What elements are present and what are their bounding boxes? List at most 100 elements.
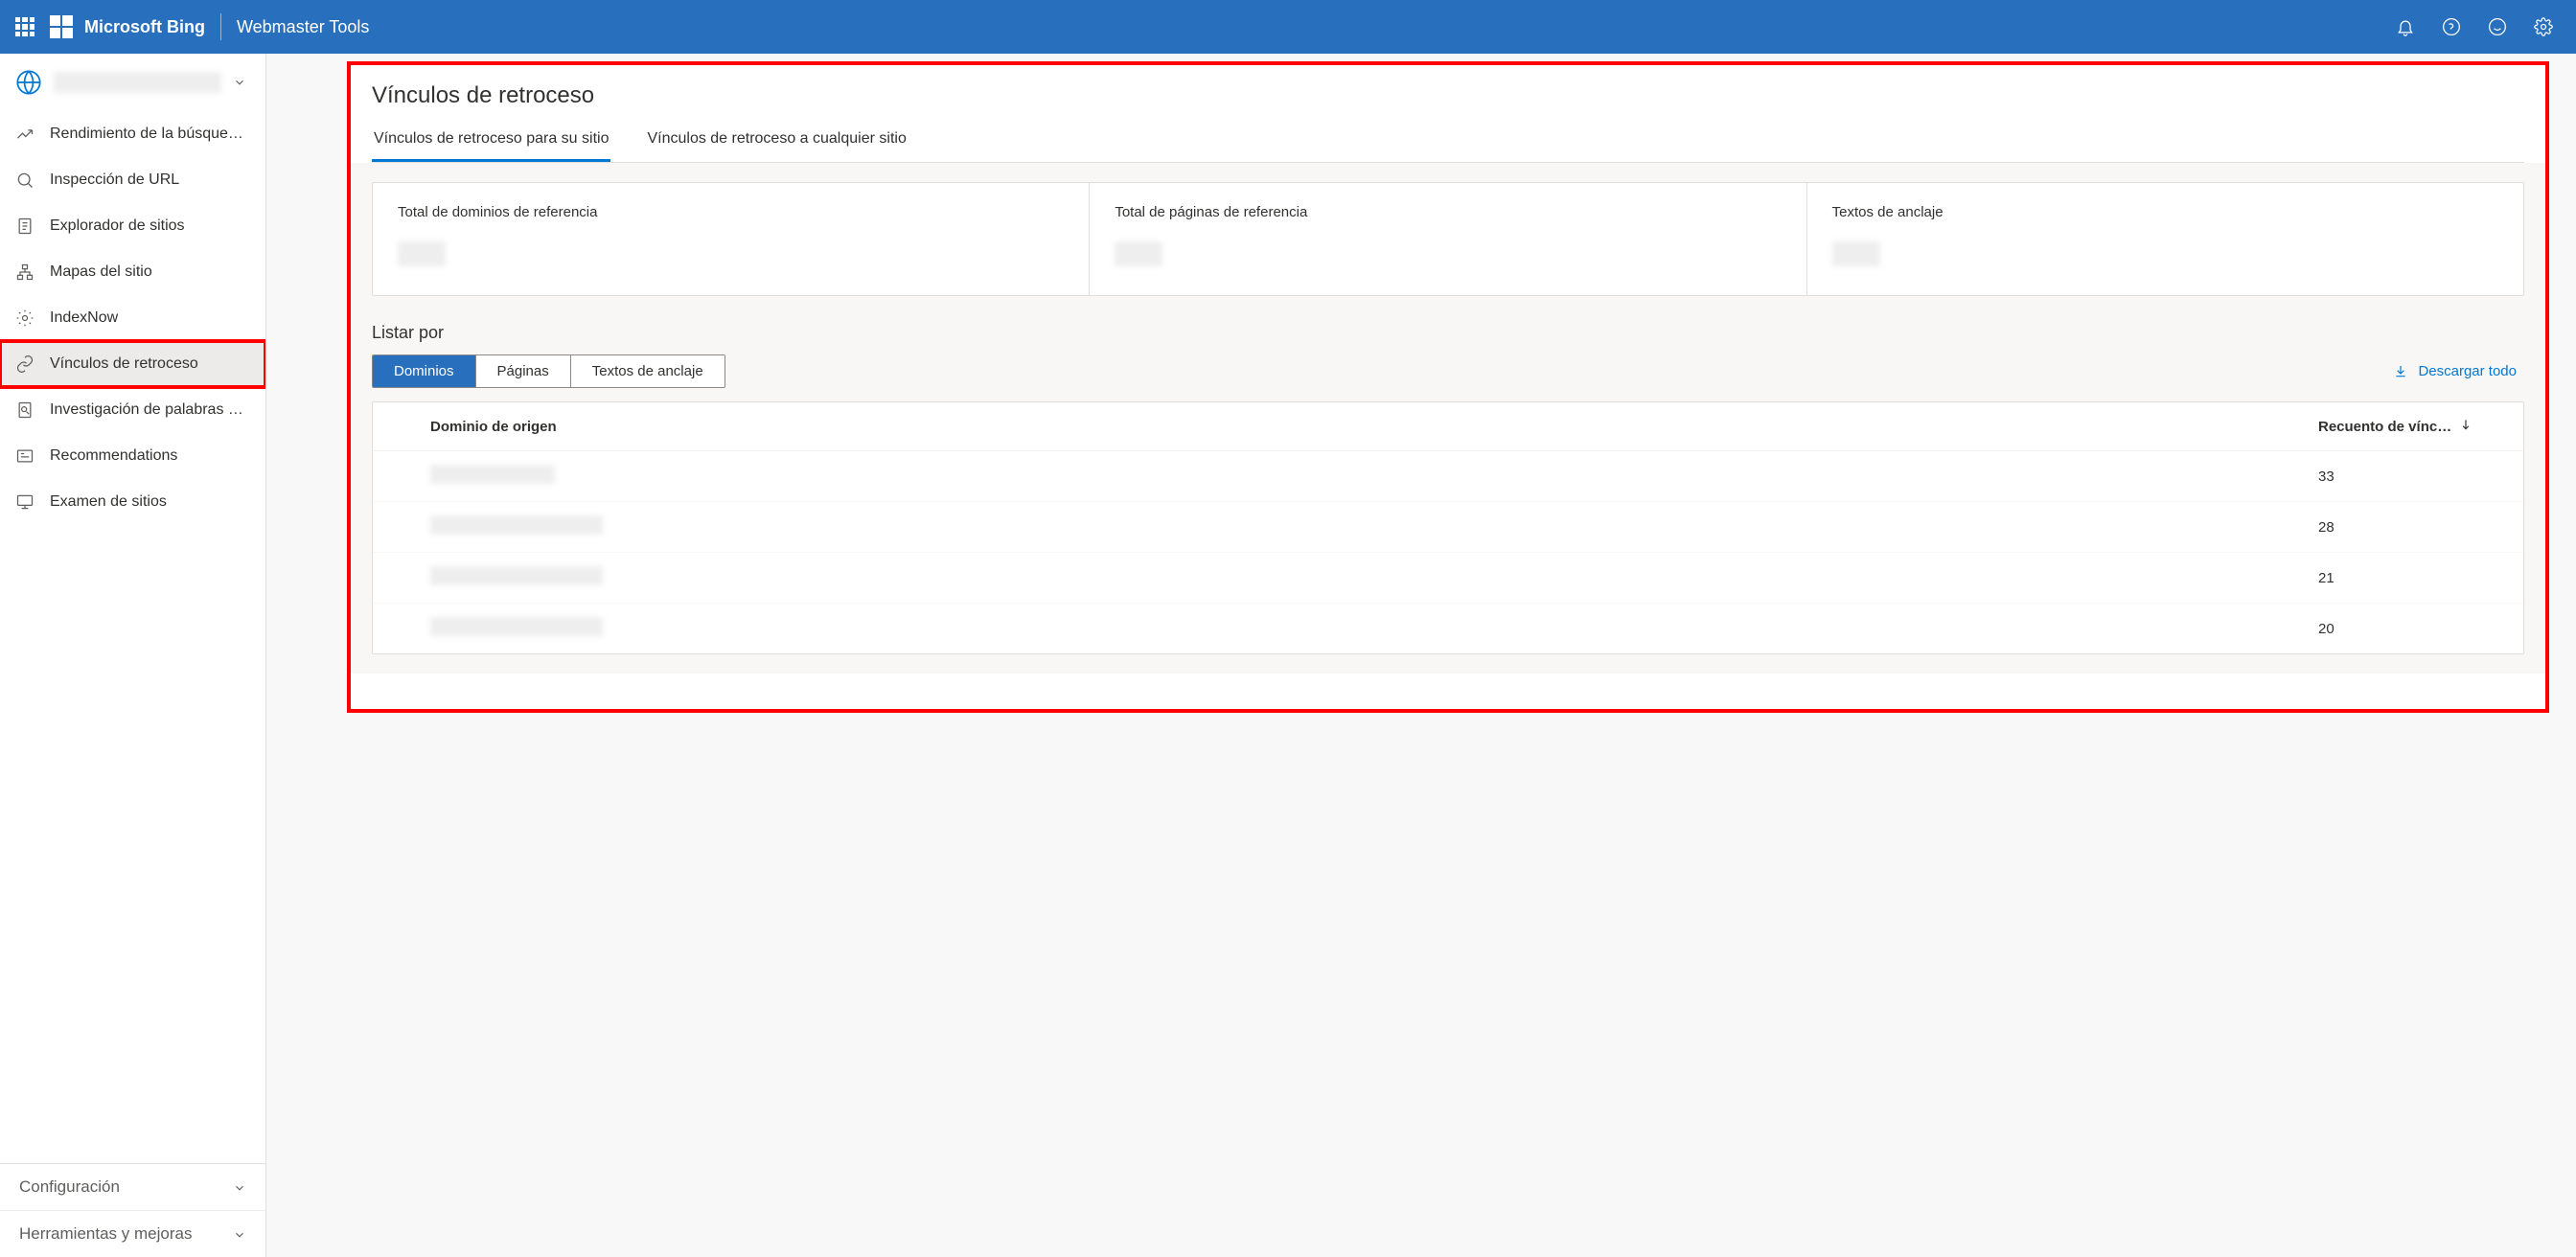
- segment-anchors[interactable]: Textos de anclaje: [571, 355, 724, 387]
- product-name: Webmaster Tools: [237, 17, 369, 37]
- footer-item-label: Configuración: [19, 1177, 120, 1197]
- chevron-down-icon: [233, 1180, 246, 1194]
- table-row[interactable]: 28: [373, 502, 2523, 553]
- monitor-icon: [15, 492, 34, 512]
- sidebar-item-indexnow[interactable]: IndexNow: [0, 295, 265, 341]
- table-row[interactable]: 20: [373, 604, 2523, 653]
- header-left: Microsoft Bing Webmaster Tools: [15, 13, 369, 40]
- feedback-icon[interactable]: [2488, 17, 2507, 36]
- row-count: 20: [2318, 621, 2500, 637]
- brand-text: Microsoft Bing: [84, 17, 205, 37]
- header-right: [2396, 17, 2561, 36]
- page-title: Vínculos de retroceso: [372, 82, 2524, 109]
- sidebar-item-label: IndexNow: [50, 309, 118, 327]
- microsoft-logo-icon: [50, 15, 73, 38]
- row-count: 33: [2318, 469, 2500, 485]
- segmented-control: Dominios Páginas Textos de anclaje: [372, 354, 725, 388]
- help-icon[interactable]: [2442, 17, 2461, 36]
- content-area: Total de dominios de referencia Total de…: [351, 163, 2545, 674]
- nav: Rendimiento de la búsque… Inspección de …: [0, 111, 265, 1163]
- segment-domains[interactable]: Dominios: [373, 355, 476, 387]
- link-icon: [15, 354, 34, 374]
- stats-row: Total de dominios de referencia Total de…: [372, 182, 2524, 296]
- stat-value: [1115, 241, 1162, 266]
- tabs: Vínculos de retroceso para su sitio Vínc…: [372, 130, 2524, 163]
- row-count: 28: [2318, 519, 2500, 536]
- footer-item-label: Herramientas y mejoras: [19, 1224, 192, 1244]
- brand-separator: [220, 13, 221, 40]
- row-domain: [430, 465, 2318, 488]
- page-header: Vínculos de retroceso Vínculos de retroc…: [351, 65, 2545, 163]
- footer-item-configuration[interactable]: Configuración: [0, 1164, 265, 1211]
- layout: Rendimiento de la búsque… Inspección de …: [0, 54, 2576, 1257]
- settings-icon[interactable]: [2534, 17, 2553, 36]
- main: Vínculos de retroceso Vínculos de retroc…: [266, 54, 2576, 1257]
- search-icon: [15, 171, 34, 190]
- tab-any-site[interactable]: Vínculos de retroceso a cualquier sitio: [645, 130, 908, 162]
- main-content-frame: Vínculos de retroceso Vínculos de retroc…: [347, 61, 2549, 713]
- sidebar-item-label: Rendimiento de la búsque…: [50, 126, 243, 143]
- row-domain: [430, 617, 2318, 640]
- chevron-down-icon: [233, 76, 246, 89]
- sidebar-item-site-explorer[interactable]: Explorador de sitios: [0, 203, 265, 249]
- sidebar-item-recommendations[interactable]: Recommendations: [0, 433, 265, 479]
- site-selector[interactable]: [0, 54, 265, 111]
- domains-table: Dominio de origen Recuento de vínc… 33: [372, 401, 2524, 654]
- sidebar-item-keyword-research[interactable]: Investigación de palabras …: [0, 387, 265, 433]
- sidebar-item-label: Mapas del sitio: [50, 263, 152, 281]
- app-header: Microsoft Bing Webmaster Tools: [0, 0, 2576, 54]
- stat-value: [1832, 241, 1880, 266]
- document-search-icon: [15, 400, 34, 420]
- sidebar-item-url-inspection[interactable]: Inspección de URL: [0, 157, 265, 203]
- sidebar-item-backlinks[interactable]: Vínculos de retroceso: [0, 341, 265, 387]
- app-launcher-icon[interactable]: [15, 17, 34, 36]
- sidebar-item-label: Vínculos de retroceso: [50, 355, 198, 373]
- row-domain: [430, 566, 2318, 589]
- chevron-down-icon: [233, 1227, 246, 1241]
- segment-pages[interactable]: Páginas: [476, 355, 571, 387]
- stat-referring-pages[interactable]: Total de páginas de referencia: [1090, 183, 1806, 295]
- sort-descending-icon: [2459, 418, 2472, 435]
- list-by-label: Listar por: [372, 323, 2524, 343]
- stat-value: [398, 241, 446, 266]
- tab-your-site[interactable]: Vínculos de retroceso para su sitio: [372, 130, 610, 162]
- sidebar: Rendimiento de la búsque… Inspección de …: [0, 54, 266, 1257]
- sidebar-footer: Configuración Herramientas y mejoras: [0, 1163, 265, 1257]
- sidebar-item-performance[interactable]: Rendimiento de la búsque…: [0, 111, 265, 157]
- sidebar-item-label: Examen de sitios: [50, 493, 167, 511]
- site-name: [54, 72, 221, 93]
- card-icon: [15, 446, 34, 466]
- sidebar-item-sitemaps[interactable]: Mapas del sitio: [0, 249, 265, 295]
- list-controls: Dominios Páginas Textos de anclaje Desca…: [372, 354, 2524, 388]
- col-link-count-label: Recuento de vínc…: [2318, 419, 2451, 435]
- document-icon: [15, 217, 34, 236]
- download-all-button[interactable]: Descargar todo: [2393, 363, 2524, 379]
- download-label: Descargar todo: [2418, 363, 2517, 379]
- table-row[interactable]: 21: [373, 553, 2523, 604]
- sidebar-item-site-scan[interactable]: Examen de sitios: [0, 479, 265, 525]
- gear-icon: [15, 309, 34, 328]
- sidebar-item-label: Recommendations: [50, 447, 177, 465]
- trend-icon: [15, 125, 34, 144]
- sidebar-item-label: Explorador de sitios: [50, 217, 185, 235]
- table-row[interactable]: 33: [373, 451, 2523, 502]
- stat-label: Total de páginas de referencia: [1115, 204, 1781, 220]
- sidebar-item-label: Investigación de palabras …: [50, 401, 243, 419]
- stat-label: Total de dominios de referencia: [398, 204, 1064, 220]
- sidebar-item-label: Inspección de URL: [50, 171, 179, 189]
- sitemap-icon: [15, 263, 34, 282]
- stat-referring-domains[interactable]: Total de dominios de referencia: [373, 183, 1090, 295]
- col-source-domain[interactable]: Dominio de origen: [430, 419, 2318, 435]
- stat-label: Textos de anclaje: [1832, 204, 2498, 220]
- col-link-count[interactable]: Recuento de vínc…: [2318, 418, 2500, 435]
- row-domain: [430, 515, 2318, 538]
- table-header: Dominio de origen Recuento de vínc…: [373, 402, 2523, 451]
- download-icon: [2393, 364, 2408, 379]
- globe-icon: [15, 69, 42, 96]
- brand-group[interactable]: Microsoft Bing Webmaster Tools: [50, 13, 369, 40]
- row-count: 21: [2318, 570, 2500, 586]
- footer-item-tools[interactable]: Herramientas y mejoras: [0, 1211, 265, 1257]
- stat-anchor-texts[interactable]: Textos de anclaje: [1807, 183, 2523, 295]
- notifications-icon[interactable]: [2396, 17, 2415, 36]
- list-section: Listar por Dominios Páginas Textos de an…: [372, 323, 2524, 654]
